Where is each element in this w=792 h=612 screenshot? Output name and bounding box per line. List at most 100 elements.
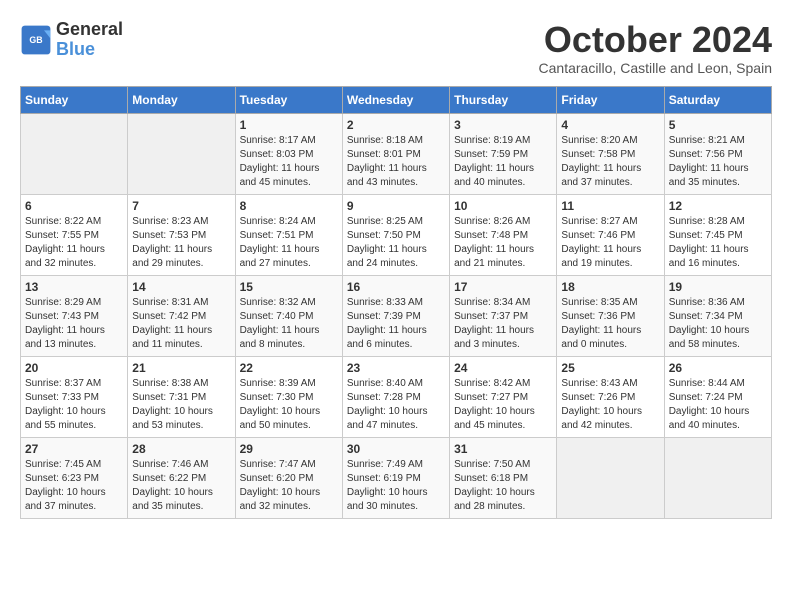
day-info: Sunrise: 8:40 AM Sunset: 7:28 PM Dayligh… (347, 377, 445, 433)
calendar-week-row: 27Sunrise: 7:45 AM Sunset: 6:23 PM Dayli… (21, 437, 772, 518)
day-info: Sunrise: 7:47 AM Sunset: 6:20 PM Dayligh… (240, 458, 338, 514)
calendar-cell: 21 Sunrise: 8:38 AM Sunset: 7:31 PM Dayli… (128, 356, 235, 437)
day-number: 12 (669, 199, 767, 213)
calendar-cell: 25 Sunrise: 8:43 AM Sunset: 7:26 PM Dayli… (557, 356, 664, 437)
day-header-friday: Friday (557, 86, 664, 113)
calendar-cell: 31 Sunrise: 7:50 AM Sunset: 6:18 PM Dayli… (450, 437, 557, 518)
day-info: Sunrise: 8:36 AM Sunset: 7:34 PM Dayligh… (669, 296, 767, 352)
calendar-cell: 27Sunrise: 7:45 AM Sunset: 6:23 PM Dayli… (21, 437, 128, 518)
day-number: 8 (240, 199, 338, 213)
day-number: 15 (240, 280, 338, 294)
day-number: 29 (240, 442, 338, 456)
day-number: 11 (561, 199, 659, 213)
day-header-sunday: Sunday (21, 86, 128, 113)
calendar-cell: 30 Sunrise: 7:49 AM Sunset: 6:19 PM Dayli… (342, 437, 449, 518)
day-number: 9 (347, 199, 445, 213)
day-info: Sunrise: 7:46 AM Sunset: 6:22 PM Dayligh… (132, 458, 230, 514)
day-number: 6 (25, 199, 123, 213)
day-info: Sunrise: 8:20 AM Sunset: 7:58 PM Dayligh… (561, 134, 659, 190)
day-info: Sunrise: 7:45 AM Sunset: 6:23 PM Dayligh… (25, 458, 123, 514)
calendar-cell: 16Sunrise: 8:33 AM Sunset: 7:39 PM Dayli… (342, 275, 449, 356)
day-number: 30 (347, 442, 445, 456)
calendar-cell: 10 Sunrise: 8:26 AM Sunset: 7:48 PM Dayli… (450, 194, 557, 275)
day-number: 17 (454, 280, 552, 294)
day-header-saturday: Saturday (664, 86, 771, 113)
calendar-cell: 15 Sunrise: 8:32 AM Sunset: 7:40 PM Dayli… (235, 275, 342, 356)
calendar-week-row: 6 Sunrise: 8:22 AM Sunset: 7:55 PM Daylig… (21, 194, 772, 275)
day-info: Sunrise: 7:49 AM Sunset: 6:19 PM Dayligh… (347, 458, 445, 514)
day-number: 25 (561, 361, 659, 375)
day-header-thursday: Thursday (450, 86, 557, 113)
day-number: 31 (454, 442, 552, 456)
day-number: 4 (561, 118, 659, 132)
day-number: 26 (669, 361, 767, 375)
day-number: 13 (25, 280, 123, 294)
calendar-cell: 18 Sunrise: 8:35 AM Sunset: 7:36 PM Dayli… (557, 275, 664, 356)
location: Cantaracillo, Castille and Leon, Spain (539, 60, 772, 76)
day-info: Sunrise: 8:17 AM Sunset: 8:03 PM Dayligh… (240, 134, 338, 190)
calendar-cell: 5Sunrise: 8:21 AM Sunset: 7:56 PM Daylig… (664, 113, 771, 194)
day-number: 28 (132, 442, 230, 456)
day-info: Sunrise: 8:34 AM Sunset: 7:37 PM Dayligh… (454, 296, 552, 352)
day-info: Sunrise: 8:35 AM Sunset: 7:36 PM Dayligh… (561, 296, 659, 352)
day-number: 3 (454, 118, 552, 132)
day-info: Sunrise: 8:44 AM Sunset: 7:24 PM Dayligh… (669, 377, 767, 433)
svg-text:GB: GB (29, 35, 42, 45)
calendar-cell: 1 Sunrise: 8:17 AM Sunset: 8:03 PM Daylig… (235, 113, 342, 194)
calendar-cell: 29 Sunrise: 7:47 AM Sunset: 6:20 PM Dayli… (235, 437, 342, 518)
day-info: Sunrise: 8:31 AM Sunset: 7:42 PM Dayligh… (132, 296, 230, 352)
day-info: Sunrise: 8:33 AM Sunset: 7:39 PM Dayligh… (347, 296, 445, 352)
calendar-cell: 24 Sunrise: 8:42 AM Sunset: 7:27 PM Dayli… (450, 356, 557, 437)
day-number: 1 (240, 118, 338, 132)
calendar-cell: 13Sunrise: 8:29 AM Sunset: 7:43 PM Dayli… (21, 275, 128, 356)
day-info: Sunrise: 8:39 AM Sunset: 7:30 PM Dayligh… (240, 377, 338, 433)
day-info: Sunrise: 8:32 AM Sunset: 7:40 PM Dayligh… (240, 296, 338, 352)
logo: GB General Blue (20, 20, 123, 60)
calendar-cell: 14 Sunrise: 8:31 AM Sunset: 7:42 PM Dayli… (128, 275, 235, 356)
calendar-cell (128, 113, 235, 194)
logo-text: General Blue (56, 20, 123, 60)
calendar-cell: 2Sunrise: 8:18 AM Sunset: 8:01 PM Daylig… (342, 113, 449, 194)
calendar-cell: 9Sunrise: 8:25 AM Sunset: 7:50 PM Daylig… (342, 194, 449, 275)
day-header-monday: Monday (128, 86, 235, 113)
calendar-cell: 11Sunrise: 8:27 AM Sunset: 7:46 PM Dayli… (557, 194, 664, 275)
day-info: Sunrise: 8:22 AM Sunset: 7:55 PM Dayligh… (25, 215, 123, 271)
day-info: Sunrise: 8:19 AM Sunset: 7:59 PM Dayligh… (454, 134, 552, 190)
day-number: 7 (132, 199, 230, 213)
calendar-week-row: 20Sunrise: 8:37 AM Sunset: 7:33 PM Dayli… (21, 356, 772, 437)
calendar-cell: 26 Sunrise: 8:44 AM Sunset: 7:24 PM Dayli… (664, 356, 771, 437)
day-number: 14 (132, 280, 230, 294)
day-number: 21 (132, 361, 230, 375)
day-number: 23 (347, 361, 445, 375)
day-number: 24 (454, 361, 552, 375)
day-info: Sunrise: 8:43 AM Sunset: 7:26 PM Dayligh… (561, 377, 659, 433)
day-header-wednesday: Wednesday (342, 86, 449, 113)
calendar-cell: 7Sunrise: 8:23 AM Sunset: 7:53 PM Daylig… (128, 194, 235, 275)
calendar-week-row: 13Sunrise: 8:29 AM Sunset: 7:43 PM Dayli… (21, 275, 772, 356)
day-number: 18 (561, 280, 659, 294)
day-info: Sunrise: 8:26 AM Sunset: 7:48 PM Dayligh… (454, 215, 552, 271)
day-info: Sunrise: 7:50 AM Sunset: 6:18 PM Dayligh… (454, 458, 552, 514)
day-number: 22 (240, 361, 338, 375)
calendar-cell (21, 113, 128, 194)
month-title: October 2024 (539, 20, 772, 60)
calendar-cell: 12Sunrise: 8:28 AM Sunset: 7:45 PM Dayli… (664, 194, 771, 275)
day-number: 20 (25, 361, 123, 375)
calendar-cell: 17 Sunrise: 8:34 AM Sunset: 7:37 PM Dayli… (450, 275, 557, 356)
calendar-cell: 19 Sunrise: 8:36 AM Sunset: 7:34 PM Dayli… (664, 275, 771, 356)
day-number: 5 (669, 118, 767, 132)
calendar-header-row: SundayMondayTuesdayWednesdayThursdayFrid… (21, 86, 772, 113)
day-info: Sunrise: 8:38 AM Sunset: 7:31 PM Dayligh… (132, 377, 230, 433)
day-header-tuesday: Tuesday (235, 86, 342, 113)
calendar-cell: 20Sunrise: 8:37 AM Sunset: 7:33 PM Dayli… (21, 356, 128, 437)
day-info: Sunrise: 8:24 AM Sunset: 7:51 PM Dayligh… (240, 215, 338, 271)
calendar-cell: 6 Sunrise: 8:22 AM Sunset: 7:55 PM Daylig… (21, 194, 128, 275)
calendar-cell: 28 Sunrise: 7:46 AM Sunset: 6:22 PM Dayli… (128, 437, 235, 518)
day-info: Sunrise: 8:42 AM Sunset: 7:27 PM Dayligh… (454, 377, 552, 433)
calendar-cell (664, 437, 771, 518)
calendar-cell: 3 Sunrise: 8:19 AM Sunset: 7:59 PM Daylig… (450, 113, 557, 194)
calendar-cell (557, 437, 664, 518)
day-number: 19 (669, 280, 767, 294)
day-number: 10 (454, 199, 552, 213)
calendar-cell: 23 Sunrise: 8:40 AM Sunset: 7:28 PM Dayli… (342, 356, 449, 437)
